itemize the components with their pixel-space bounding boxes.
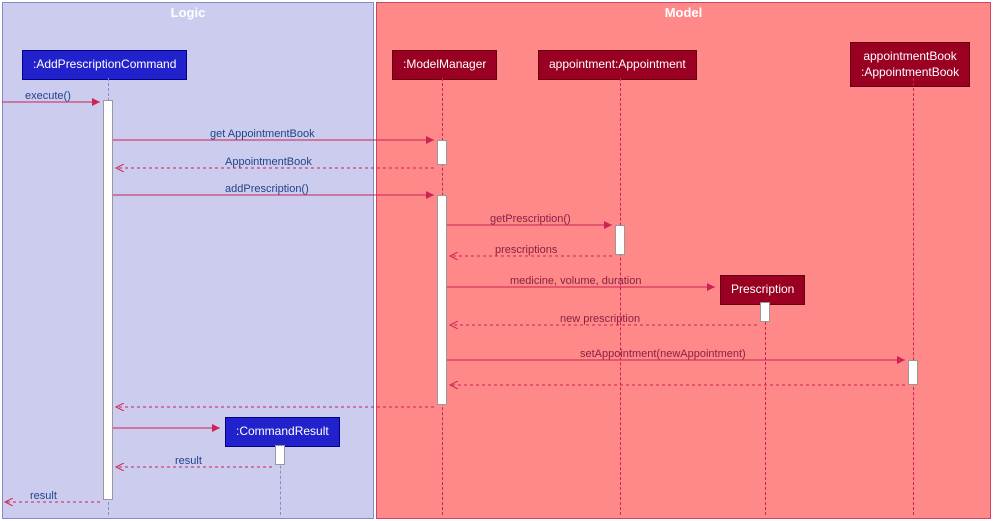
lifeline-line-prescription bbox=[765, 302, 766, 515]
activation-modelmgr-1 bbox=[437, 140, 447, 165]
activation-appointment bbox=[615, 225, 625, 255]
lifeline-add-prescription-command: :AddPrescriptionCommand bbox=[22, 50, 187, 80]
activation-addcmd bbox=[103, 100, 113, 500]
activation-cmdresult bbox=[275, 445, 285, 465]
lifeline-appointment-book: appointmentBook :AppointmentBook bbox=[850, 42, 970, 87]
activation-prescription bbox=[760, 302, 770, 322]
msg-med-vol-dur: medicine, volume, duration bbox=[510, 275, 641, 287]
msg-prescriptions: prescriptions bbox=[495, 244, 557, 256]
msg-appt-book-return: AppointmentBook bbox=[225, 156, 312, 168]
lifeline-line-appointment bbox=[620, 78, 621, 515]
frame-logic-title: Logic bbox=[165, 3, 212, 22]
sequence-diagram: Logic Model :AddPrescriptionCommand :Mod… bbox=[0, 0, 993, 521]
msg-get-appt-book: get AppointmentBook bbox=[210, 128, 315, 140]
lifeline-model-manager: :ModelManager bbox=[392, 50, 497, 80]
lifeline-command-result: :CommandResult bbox=[225, 417, 340, 447]
msg-new-prescription: new prescription bbox=[560, 313, 640, 325]
msg-get-prescription: getPrescription() bbox=[490, 213, 571, 225]
msg-result-inner: result bbox=[175, 455, 202, 467]
lifeline-appointment: appointment:Appointment bbox=[538, 50, 697, 80]
msg-set-appointment: setAppointment(newAppointment) bbox=[580, 348, 746, 360]
frame-model-title: Model bbox=[659, 3, 709, 22]
msg-result-outer: result bbox=[30, 490, 57, 502]
activation-apptbook bbox=[908, 360, 918, 385]
activation-modelmgr-2 bbox=[437, 195, 447, 405]
msg-add-prescription: addPrescription() bbox=[225, 183, 309, 195]
msg-execute: execute() bbox=[25, 90, 71, 102]
lifeline-line-apptbook bbox=[913, 78, 914, 515]
lifeline-prescription: Prescription bbox=[720, 275, 805, 305]
